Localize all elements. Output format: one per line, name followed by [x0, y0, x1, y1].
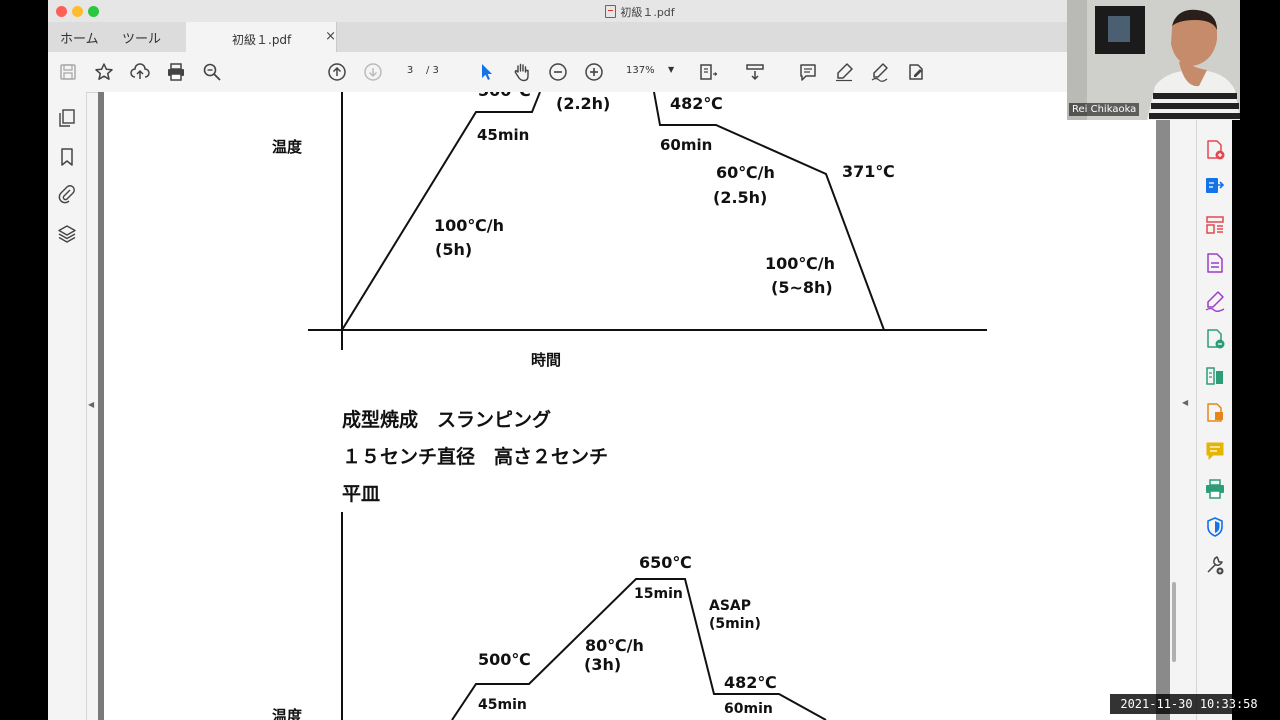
tab-document[interactable]: 初級１.pdf × — [186, 22, 337, 52]
chart1-top-left-temp: 500℃ — [478, 92, 531, 100]
star-icon[interactable] — [94, 62, 114, 82]
section-title: 成型焼成 スランピング — [342, 409, 552, 431]
collapse-left-panel-button[interactable]: ◀ — [88, 400, 94, 409]
tab-tools[interactable]: ツール — [122, 28, 161, 47]
firing-schedule-diagrams — [308, 92, 987, 720]
edit-pdf-icon[interactable] — [1204, 252, 1226, 274]
chart1-ramp-time-label: (5h) — [435, 240, 473, 259]
page-down-icon[interactable] — [363, 62, 383, 82]
zoom-search-icon[interactable] — [202, 62, 222, 82]
right-page-gutter — [1156, 92, 1170, 720]
organize-pages-icon[interactable] — [1204, 214, 1226, 236]
chart1-x-label: 時間 — [531, 351, 562, 369]
print-production-icon[interactable] — [1204, 478, 1226, 500]
acrobat-window: 初級１.pdf ホーム ツール 初級１.pdf × 3 / 3 137% ▼ ◀… — [48, 0, 1232, 720]
chart2-peak-temp-label: 650℃ — [639, 553, 692, 572]
bookmark-icon[interactable] — [57, 147, 77, 167]
chart1-hold1-label: 45min — [477, 126, 530, 144]
chart1-anneal-temp-label: 482℃ — [670, 94, 723, 113]
comment-tool-icon[interactable] — [1204, 440, 1226, 462]
scroll-mode-icon[interactable] — [745, 62, 765, 82]
chart2-hold1-label: 45min — [478, 697, 527, 713]
chart1-cool-down-line — [653, 92, 885, 331]
more-tools-icon[interactable] — [1204, 554, 1226, 576]
chart2-hold2-label: 60min — [724, 701, 773, 717]
chart1-cool-rate-label: 60℃/h — [716, 163, 775, 182]
right-tools-panel — [1196, 120, 1232, 720]
select-cursor-icon[interactable] — [476, 62, 496, 82]
chart1-top-time-label: (2.2h) — [556, 94, 611, 113]
chart2-first-temp-label: 500℃ — [478, 650, 531, 669]
sign-icon[interactable] — [870, 62, 890, 82]
compress-icon[interactable] — [1204, 365, 1226, 387]
recording-timestamp: 2021-11-30 10:33:58 — [1110, 694, 1268, 714]
zoom-level-select[interactable]: 137% ▼ — [618, 65, 682, 79]
collapse-right-panel-button[interactable]: ◀ — [1182, 398, 1188, 407]
chart1-final-rate-label: 100℃/h — [765, 254, 836, 273]
left-navigation-panel — [48, 92, 87, 720]
zoom-out-icon[interactable] — [548, 62, 568, 82]
title-bar: 初級１.pdf — [48, 0, 1232, 23]
save-icon[interactable] — [58, 62, 78, 82]
export-pdf-icon[interactable] — [1204, 175, 1226, 197]
combine-icon[interactable] — [1204, 328, 1226, 350]
participant-video: Rei Chikaoka — [1067, 0, 1240, 120]
chevron-down-icon: ▼ — [668, 65, 675, 74]
section-subtitle: １５センチ直径 高さ２センチ — [342, 446, 609, 468]
chart2-y-label: 温度 — [272, 707, 303, 720]
print-icon[interactable] — [166, 62, 186, 82]
scrollbar-thumb[interactable] — [1172, 582, 1176, 662]
current-page-input[interactable]: 3 — [399, 65, 421, 79]
window-title: 初級１.pdf — [48, 4, 1232, 20]
tab-home[interactable]: ホーム — [60, 28, 99, 47]
upload-icon[interactable] — [130, 62, 150, 82]
comment-icon[interactable] — [798, 62, 818, 82]
chart1-hold2-label: 60min — [660, 136, 713, 154]
chart2-cool-time-label: (5min) — [709, 616, 761, 632]
chart2-cool-rate-label: ASAP — [709, 598, 752, 614]
chart2-anneal-temp-label: 482℃ — [724, 673, 777, 692]
attachment-icon[interactable] — [57, 184, 77, 204]
section-shape: 平皿 — [342, 483, 381, 505]
chart2-ramp-time-label: (3h) — [584, 655, 622, 674]
chart1-ramp-rate-label: 100℃/h — [434, 216, 505, 235]
chart1-y-label: 温度 — [272, 138, 303, 156]
vertical-scrollbar[interactable] — [1170, 92, 1178, 720]
pages-icon[interactable] — [57, 108, 77, 128]
chart1-strain-temp-label: 371℃ — [842, 162, 895, 181]
total-pages: / 3 — [426, 65, 439, 76]
hand-icon[interactable] — [512, 62, 532, 82]
chart1-cool-time-label: (2.5h) — [713, 188, 768, 207]
highlight-icon[interactable] — [834, 62, 854, 82]
scan-icon[interactable] — [1204, 402, 1226, 424]
protect-icon[interactable] — [1204, 516, 1226, 538]
close-tab-button[interactable]: × — [325, 29, 336, 44]
fill-sign-icon[interactable] — [1204, 290, 1226, 312]
tab-bar: ホーム ツール 初級１.pdf × — [48, 22, 1232, 52]
layers-icon[interactable] — [57, 224, 77, 244]
zoom-level-value: 137% — [626, 65, 655, 76]
fit-page-icon[interactable] — [698, 62, 718, 82]
zoom-in-icon[interactable] — [584, 62, 604, 82]
page-up-icon[interactable] — [327, 62, 347, 82]
pdf-page: 500℃ 温度 45min 100℃/h (5h) (2.2h) 482℃ 60… — [104, 92, 1156, 720]
document-tab-label: 初級１.pdf — [232, 33, 292, 47]
chart2-ramp-rate-label: 80℃/h — [585, 636, 644, 655]
edit-share-icon[interactable] — [906, 62, 926, 82]
chart1-final-time-label: (5~8h) — [771, 278, 833, 297]
chart2-peak-hold-label: 15min — [634, 586, 683, 602]
create-pdf-icon[interactable] — [1204, 139, 1226, 161]
toolbar: 3 / 3 137% ▼ — [48, 52, 1232, 93]
pdf-file-icon — [605, 5, 617, 18]
participant-video-frame — [1067, 0, 1240, 120]
participant-name: Rei Chikaoka — [1069, 103, 1140, 116]
